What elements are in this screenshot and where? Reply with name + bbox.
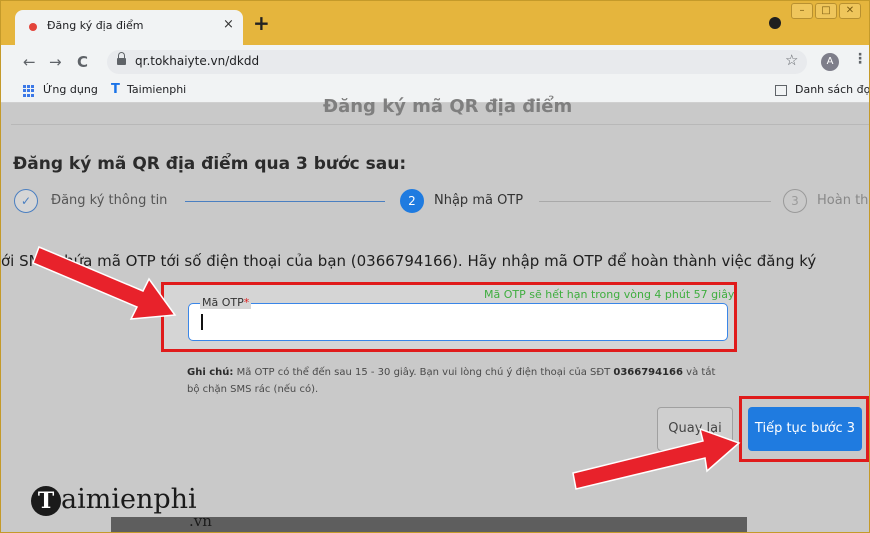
logo-t-mark: T — [31, 486, 61, 516]
required-mark: * — [243, 296, 250, 309]
profile-avatar[interactable]: A — [821, 53, 839, 71]
reload-icon[interactable]: C — [77, 53, 88, 71]
address-bar[interactable]: qr.tokhaiyte.vn/dkdd — [107, 50, 807, 74]
bookmark-star-icon[interactable]: ☆ — [785, 51, 798, 69]
header-divider — [11, 124, 869, 125]
otp-note: Ghi chú: Mã OTP có thể đến sau 15 - 30 g… — [187, 364, 727, 398]
page-header: Đăng ký mã QR địa điểm — [323, 96, 573, 117]
otp-expiry-text: Mã OTP sẽ hết hạn trong vòng 4 phút 57 g… — [484, 288, 735, 301]
note-prefix: Ghi chú: — [187, 367, 234, 378]
back-arrow-icon[interactable]: ← — [23, 53, 36, 71]
tab-strip: Đăng ký địa điểm × + – □ ✕ — [1, 1, 869, 45]
close-window-button[interactable]: ✕ — [839, 3, 861, 19]
reading-list-icon[interactable] — [775, 85, 787, 96]
step-1-label: Đăng ký thông tin — [51, 193, 168, 208]
steps-heading: Đăng ký mã QR địa điểm qua 3 bước sau: — [13, 154, 407, 174]
note-phone: 0366794166 — [613, 367, 683, 378]
forward-arrow-icon[interactable]: → — [49, 53, 62, 71]
next-highlight-box: Tiếp tục bước 3 — [739, 396, 869, 462]
otp-highlight-box: Mã OTP sẽ hết hạn trong vòng 4 phút 57 g… — [161, 282, 737, 352]
back-button[interactable]: Quay lại — [657, 407, 733, 451]
logo-suffix: .vn — [189, 512, 212, 530]
minimize-button[interactable]: – — [791, 3, 813, 19]
bookmark-taimienphi[interactable]: Taimienphi — [127, 83, 186, 96]
maximize-button[interactable]: □ — [815, 3, 837, 19]
url-text[interactable]: qr.tokhaiyte.vn/dkdd — [135, 54, 259, 68]
taimienphi-icon[interactable]: T — [111, 82, 120, 97]
favicon-icon — [29, 23, 37, 31]
step-2-number: 2 — [400, 189, 424, 213]
next-step-button[interactable]: Tiếp tục bước 3 — [748, 407, 862, 451]
browser-window: Đăng ký địa điểm × + – □ ✕ ← → C qr.tokh… — [0, 0, 870, 533]
step-3-label: Hoàn th — [817, 193, 869, 208]
step-3-number: 3 — [783, 189, 807, 213]
note-text-1: Mã OTP có thể đến sau 15 - 30 giây. Bạn … — [236, 367, 611, 378]
step-2-label: Nhập mã OTP — [434, 193, 524, 208]
otp-input[interactable] — [188, 303, 728, 341]
bookmark-apps[interactable]: Ứng dụng — [43, 83, 98, 96]
step-connector-1 — [185, 201, 385, 202]
tab-title: Đăng ký địa điểm — [47, 19, 144, 32]
tab-search-icon[interactable] — [769, 17, 781, 29]
tab-close-icon[interactable]: × — [223, 17, 234, 32]
text-cursor — [201, 314, 203, 330]
logo-text: aimienphi — [61, 484, 197, 515]
sms-instruction: ới SMS chứa mã OTP tới số điện thoại của… — [1, 252, 817, 270]
otp-field-label: Mã OTP* — [200, 296, 252, 309]
step-1-check-icon: ✓ — [14, 189, 38, 213]
step-connector-2 — [539, 201, 771, 202]
new-tab-button[interactable]: + — [253, 13, 270, 33]
browser-toolbar: ← → C qr.tokhaiyte.vn/dkdd — [1, 45, 869, 79]
reading-list-label[interactable]: Danh sách đọc — [795, 83, 869, 96]
browser-tab[interactable]: Đăng ký địa điểm × — [15, 10, 243, 45]
lock-icon[interactable] — [117, 52, 126, 66]
page-content: Đăng ký mã QR địa điểm Đăng ký mã QR địa… — [1, 96, 869, 532]
otp-label-text: Mã OTP — [202, 296, 244, 309]
browser-menu-icon[interactable]: ⋮ — [853, 51, 867, 67]
apps-grid-icon[interactable] — [23, 85, 35, 97]
